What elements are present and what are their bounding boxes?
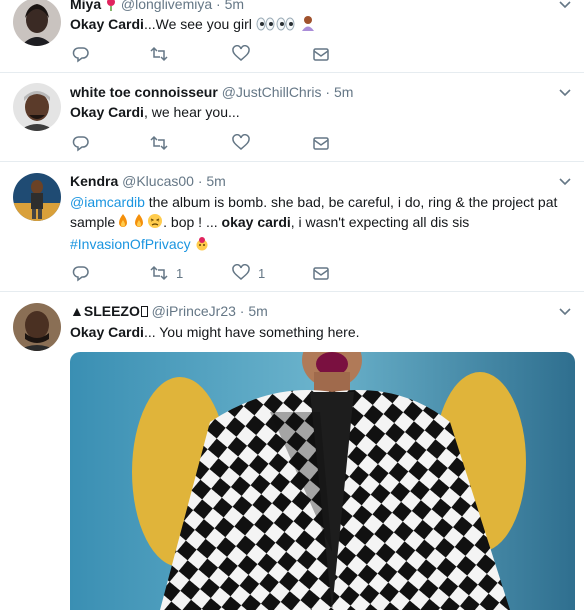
envelope-icon [313,48,329,61]
like-button[interactable] [232,133,258,153]
display-name[interactable]: ▲SLEEZO [70,303,140,319]
rose-emoji-icon [105,0,117,14]
timestamp[interactable]: 5m [248,303,267,319]
separator-dot: · [197,173,203,189]
fire-emoji-icon [115,213,131,234]
heart-icon [232,45,250,61]
timestamp[interactable]: 5m [206,173,225,189]
persevering-face-emoji-icon [147,213,163,234]
retweet-count: 1 [176,265,184,281]
exploding-head-emoji-icon [195,236,209,256]
reply-button[interactable] [72,133,98,153]
handle[interactable]: @JustChillChris [222,84,322,100]
person-tipping-hand-emoji-icon [300,15,316,36]
reply-button[interactable] [72,44,98,64]
retweet-button[interactable]: 1 [150,263,183,283]
chevron-down-icon[interactable] [558,305,572,319]
hashtag-link[interactable]: #InvasionOfPrivacy [70,236,191,252]
fire-emoji-icon [131,213,147,234]
tweet-justchillchris[interactable]: white toe connoisseur @JustChillChris · … [0,73,584,162]
tweet-media-image[interactable] [70,352,575,610]
like-button[interactable]: 1 [232,263,265,283]
envelope-icon [313,137,329,150]
tweet-text: Okay Cardi, we hear you... [70,104,240,120]
retweet-button[interactable] [150,44,176,64]
like-button[interactable] [232,44,258,64]
direct-message-button[interactable] [312,133,330,153]
avatar[interactable] [13,303,61,351]
reply-icon [72,136,89,152]
avatar[interactable] [13,83,61,131]
timestamp[interactable]: 5m [225,0,244,12]
handle[interactable]: @Klucas00 [122,173,194,189]
like-count: 1 [258,265,266,281]
timestamp[interactable]: 5m [334,84,353,100]
direct-message-button[interactable] [312,44,330,64]
tweet-text: @iamcardib the album is bomb. she bad, b… [70,192,575,256]
tweet-header: ▲SLEEZO @iPrinceJr23 · 5m [70,303,268,321]
reply-button[interactable] [72,263,98,283]
display-name[interactable]: white toe connoisseur [70,84,218,100]
chevron-down-icon[interactable] [558,86,572,100]
reply-icon [72,47,89,63]
handle[interactable]: @longlivemiya [121,0,212,12]
display-name[interactable]: Miya [70,0,101,12]
tweet-header: Miya @longlivemiya · 5m [70,0,244,14]
tweet-text: Okay Cardi... You might have something h… [70,324,360,340]
tweet-text-line: sample. bop ! ... okay cardi, i wasn't e… [70,212,575,234]
separator-dot: · [239,303,245,319]
separator-dot: · [325,84,331,100]
retweet-icon [150,46,168,62]
tweet-kendra[interactable]: Kendra @Klucas00 · 5m @iamcardib the alb… [0,162,584,292]
tweet-text: Okay Cardi...We see you girl [70,14,575,36]
tweet-header: white toe connoisseur @JustChillChris · … [70,84,353,102]
tweet-header: Kendra @Klucas00 · 5m [70,173,226,191]
handle[interactable]: @iPrinceJr23 [152,303,236,319]
direct-message-button[interactable] [312,263,330,283]
heart-icon [232,264,250,280]
heart-icon [232,134,250,150]
retweet-icon [150,265,168,281]
tweet-text-line: #InvasionOfPrivacy [70,234,575,256]
chevron-down-icon[interactable] [558,175,572,189]
separator-dot: · [216,0,221,12]
envelope-icon [313,267,329,280]
avatar[interactable] [13,0,61,46]
reply-icon [72,266,89,282]
avatar[interactable] [13,173,61,221]
tweet-text-line: @iamcardib the album is bomb. she bad, b… [70,194,558,210]
chevron-down-icon[interactable] [558,0,572,12]
name-glyph [140,306,148,317]
retweet-icon [150,135,168,151]
retweet-button[interactable] [150,133,176,153]
mention-link[interactable]: @iamcardib [70,194,145,210]
eyes-emoji-icon [256,16,296,36]
tweet-miya[interactable]: Miya @longlivemiya · 5m Okay Cardi...We … [0,0,584,73]
display-name[interactable]: Kendra [70,173,118,189]
